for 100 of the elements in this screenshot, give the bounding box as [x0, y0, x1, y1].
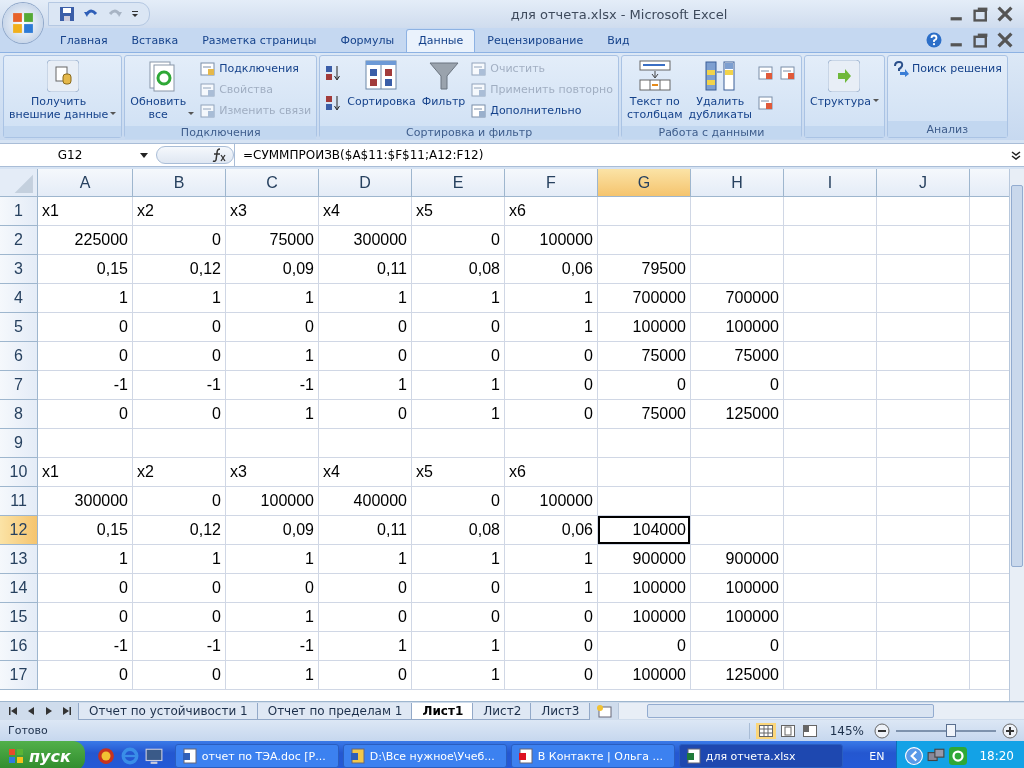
row-header[interactable]: 8	[0, 400, 38, 429]
ribbon-button[interactable]: Структура	[808, 58, 881, 124]
table-cell[interactable]	[598, 429, 691, 458]
table-cell[interactable]	[877, 661, 970, 690]
table-cell[interactable]: 0,06	[505, 255, 598, 284]
table-cell[interactable]: 900000	[691, 545, 784, 574]
row-header[interactable]: 17	[0, 661, 38, 690]
slider-thumb[interactable]	[946, 723, 956, 737]
table-cell[interactable]: 104000	[598, 516, 691, 545]
table-cell[interactable]	[691, 429, 784, 458]
table-cell[interactable]	[877, 371, 970, 400]
ribbon-tab[interactable]: Вид	[595, 29, 642, 52]
table-cell[interactable]: 1	[226, 400, 319, 429]
restore-icon[interactable]	[972, 32, 990, 48]
table-cell[interactable]	[784, 284, 877, 313]
table-cell[interactable]	[784, 516, 877, 545]
table-cell[interactable]: 0	[38, 661, 133, 690]
table-cell[interactable]: x1	[38, 458, 133, 487]
name-box[interactable]: G12	[0, 148, 140, 162]
table-cell[interactable]: 0,08	[412, 516, 505, 545]
sheet-nav-icon[interactable]	[8, 706, 18, 716]
table-cell[interactable]: -1	[226, 632, 319, 661]
table-cell[interactable]: 1	[412, 545, 505, 574]
ribbon-tab[interactable]: Рецензирование	[475, 29, 596, 52]
close-icon[interactable]	[996, 6, 1014, 22]
table-cell[interactable]	[877, 342, 970, 371]
table-cell[interactable]	[784, 487, 877, 516]
save-icon[interactable]	[59, 6, 75, 22]
row-header[interactable]: 7	[0, 371, 38, 400]
table-cell[interactable]: x2	[133, 197, 226, 226]
table-cell[interactable]: 0,09	[226, 255, 319, 284]
table-cell[interactable]: 100000	[598, 574, 691, 603]
table-cell[interactable]: 0	[319, 661, 412, 690]
table-cell[interactable]: 0	[412, 487, 505, 516]
table-cell[interactable]: 0	[319, 313, 412, 342]
row-header[interactable]: 6	[0, 342, 38, 371]
table-cell[interactable]	[877, 487, 970, 516]
table-cell[interactable]: 1	[319, 284, 412, 313]
row-header[interactable]: 11	[0, 487, 38, 516]
row-header[interactable]: 3	[0, 255, 38, 284]
ribbon-button[interactable]: Подключения	[198, 58, 314, 79]
taskbar-button[interactable]: отчет по ТЭА.doc [Р...	[174, 744, 339, 768]
ribbon-button[interactable]: Получить внешние данные	[7, 58, 119, 124]
ribbon-button[interactable]: Дополнительно	[469, 100, 615, 121]
table-cell[interactable]: 0,11	[319, 516, 412, 545]
table-cell[interactable]: 0,15	[38, 516, 133, 545]
row-header[interactable]: 16	[0, 632, 38, 661]
ribbon-tab[interactable]: Формулы	[328, 29, 407, 52]
row-header[interactable]: 13	[0, 545, 38, 574]
taskbar-button[interactable]: для отчета.xlsx	[678, 744, 843, 768]
table-cell[interactable]: 75000	[598, 400, 691, 429]
table-cell[interactable]: 0	[505, 603, 598, 632]
table-cell[interactable]: 0	[319, 574, 412, 603]
row-header[interactable]: 2	[0, 226, 38, 255]
ribbon-button[interactable]: Сортировка	[345, 58, 418, 124]
table-cell[interactable]: 1	[38, 545, 133, 574]
table-cell[interactable]: x4	[319, 458, 412, 487]
table-cell[interactable]: 1	[319, 545, 412, 574]
table-cell[interactable]	[877, 516, 970, 545]
table-cell[interactable]: 1	[319, 371, 412, 400]
table-cell[interactable]: 1	[319, 632, 412, 661]
table-cell[interactable]	[691, 487, 784, 516]
table-cell[interactable]: -1	[38, 371, 133, 400]
column-header[interactable]: E	[412, 169, 505, 197]
column-header[interactable]: G	[598, 169, 691, 197]
table-cell[interactable]: 1	[133, 284, 226, 313]
table-cell[interactable]: 0	[412, 342, 505, 371]
table-cell[interactable]: 125000	[691, 400, 784, 429]
table-cell[interactable]	[877, 574, 970, 603]
table-cell[interactable]: x6	[505, 458, 598, 487]
taskbar-button[interactable]: D:\Все нужное\Учеб...	[342, 744, 507, 768]
table-cell[interactable]: 1	[505, 284, 598, 313]
table-cell[interactable]	[877, 197, 970, 226]
desktop-icon[interactable]	[144, 747, 163, 765]
row-header[interactable]: 9	[0, 429, 38, 458]
table-cell[interactable]: 100000	[691, 603, 784, 632]
tray-app-icon[interactable]	[949, 747, 968, 765]
table-cell[interactable]: 0	[38, 603, 133, 632]
ribbon-tab[interactable]: Разметка страницы	[190, 29, 329, 52]
sheet-tab[interactable]: Отчет по устойчивости 1	[78, 702, 259, 720]
table-cell[interactable]	[598, 197, 691, 226]
table-cell[interactable]: -1	[133, 371, 226, 400]
table-cell[interactable]: 0	[598, 371, 691, 400]
table-cell[interactable]: 225000	[38, 226, 133, 255]
table-cell[interactable]	[784, 197, 877, 226]
row-header[interactable]: 4	[0, 284, 38, 313]
table-cell[interactable]: 0	[133, 226, 226, 255]
table-cell[interactable]: -1	[226, 371, 319, 400]
table-cell[interactable]	[598, 487, 691, 516]
column-header[interactable]: I	[784, 169, 877, 197]
row-header[interactable]: 15	[0, 603, 38, 632]
new-sheet-icon[interactable]	[596, 704, 613, 718]
table-cell[interactable]: 0	[133, 574, 226, 603]
table-cell[interactable]	[784, 371, 877, 400]
table-cell[interactable]: 0	[598, 632, 691, 661]
column-header[interactable]: D	[319, 169, 412, 197]
table-cell[interactable]: 1	[505, 313, 598, 342]
table-cell[interactable]: 0	[226, 574, 319, 603]
table-cell[interactable]	[784, 632, 877, 661]
table-cell[interactable]: 0,06	[505, 516, 598, 545]
